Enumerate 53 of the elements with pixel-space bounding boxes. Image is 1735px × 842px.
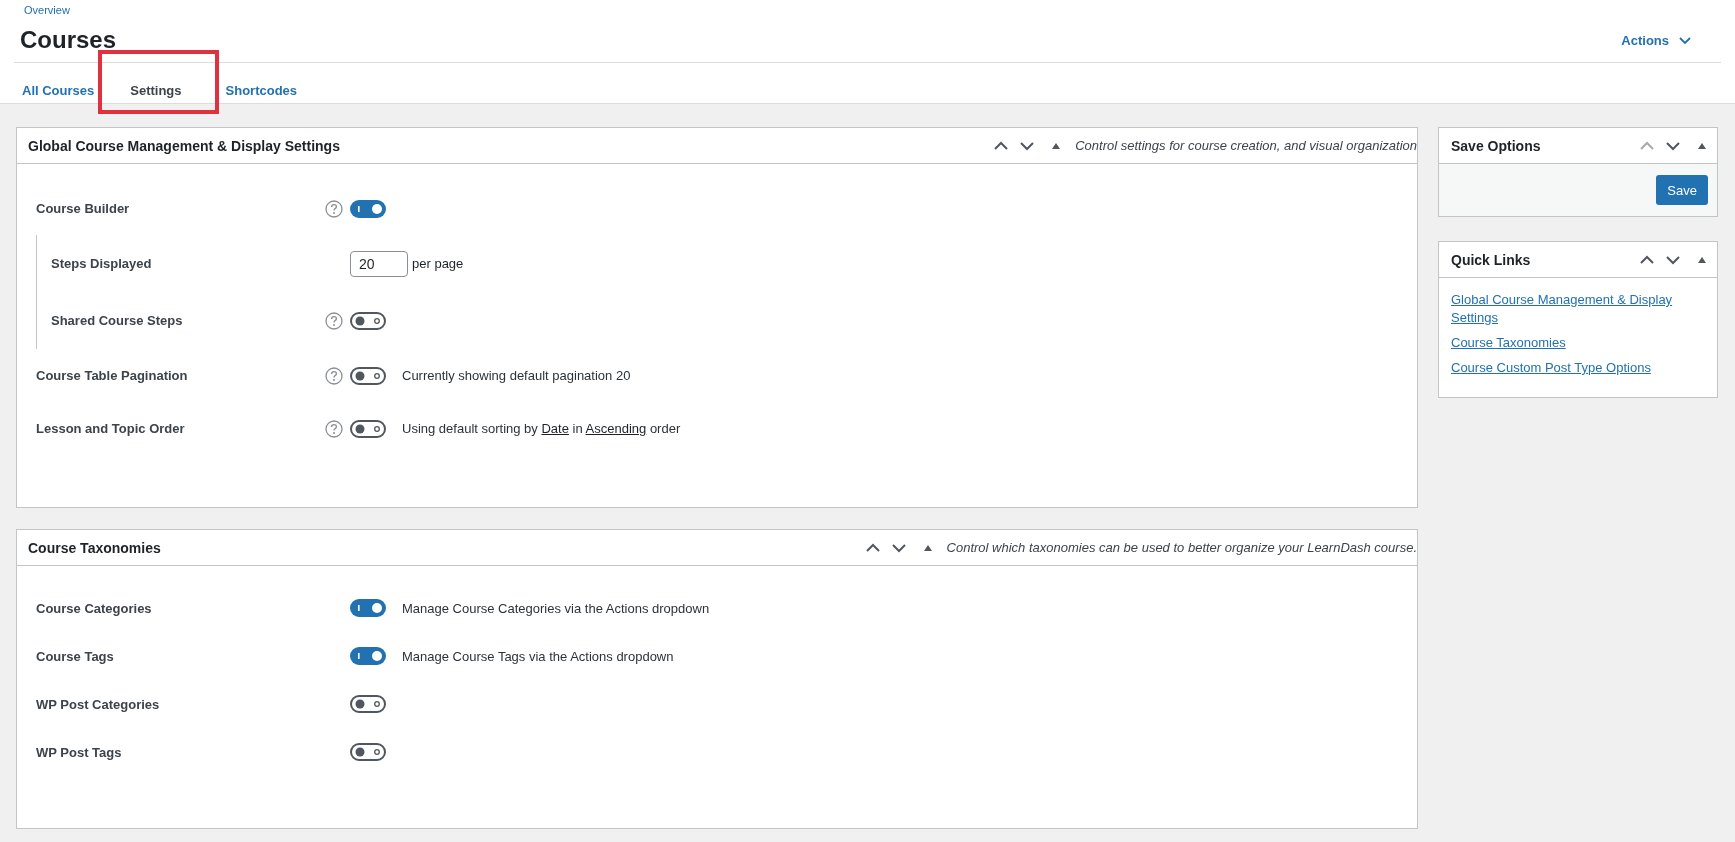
quick-link[interactable]: Global Course Management & Display Settings: [1451, 291, 1681, 327]
move-up-icon[interactable]: [864, 541, 881, 554]
setting-label: WP Post Tags: [36, 744, 123, 760]
toggle-switch[interactable]: [350, 743, 386, 761]
help-icon[interactable]: [325, 199, 343, 218]
box-title: Quick Links: [1451, 251, 1531, 268]
setting-link[interactable]: Date: [541, 421, 569, 436]
actions-dropdown[interactable]: Actions: [1621, 32, 1691, 48]
toggle-switch[interactable]: [350, 695, 386, 713]
chevron-down-icon: [1679, 35, 1691, 45]
tab[interactable]: All Courses: [22, 83, 95, 113]
toggle-switch[interactable]: [350, 199, 386, 218]
tab[interactable]: Settings: [121, 83, 191, 113]
number-input[interactable]: 20: [350, 250, 408, 277]
toggle-switch[interactable]: [350, 419, 386, 438]
setting-label: Course Tags: [36, 648, 115, 664]
move-down-icon[interactable]: [1665, 253, 1681, 266]
move-down-icon[interactable]: [1019, 139, 1036, 152]
help-icon[interactable]: [325, 311, 343, 330]
setting-description: Manage Course Tags via the Actions dropdown: [402, 648, 674, 664]
help-icon[interactable]: [325, 419, 343, 438]
setting-description: Currently showing default pagination 20: [402, 368, 631, 383]
panel-description: Control which taxonomies can be used to better organize your LearnDash course.: [946, 540, 1417, 555]
setting-description: Manage Course Categories via the Actions dropdown: [402, 600, 710, 616]
move-up-icon[interactable]: [993, 139, 1010, 152]
setting-description: Using default sorting by Date in Ascending order: [402, 421, 681, 436]
box-title: Save Options: [1451, 137, 1541, 154]
setting-label: Course Categories: [36, 600, 153, 616]
move-down-icon[interactable]: [1665, 139, 1681, 152]
input-suffix: per page: [412, 256, 464, 271]
toggle-switch[interactable]: [350, 311, 386, 330]
setting-label: Shared Course Steps: [51, 313, 184, 328]
toggle-switch[interactable]: [350, 366, 386, 385]
setting-link[interactable]: Ascending: [585, 421, 647, 436]
panel-description: Control settings for course creation, and visual organization: [1075, 138, 1417, 153]
quick-link[interactable]: Course Taxonomies: [1451, 334, 1681, 352]
toggle-switch[interactable]: [350, 647, 386, 665]
toggle-switch[interactable]: [350, 599, 386, 617]
breadcrumb-link[interactable]: Overview: [24, 5, 70, 16]
page-title: Courses: [20, 26, 117, 54]
help-icon[interactable]: [325, 366, 343, 385]
move-up-icon[interactable]: [1639, 253, 1655, 266]
panel-title: Course Taxonomies: [28, 539, 161, 556]
setting-label: WP Post Categories: [36, 696, 161, 712]
panel-title: Global Course Management & Display Settings: [28, 137, 340, 154]
setting-label: Lesson and Topic Order: [36, 421, 186, 436]
quick-link[interactable]: Course Custom Post Type Options: [1451, 359, 1681, 377]
setting-label: Steps Displayed: [51, 256, 153, 271]
setting-label: Course Builder: [36, 201, 131, 216]
tab[interactable]: Shortcodes: [225, 83, 298, 113]
save-button[interactable]: Save: [1656, 175, 1708, 205]
move-down-icon[interactable]: [890, 541, 907, 554]
setting-label: Course Table Pagination: [36, 368, 189, 383]
